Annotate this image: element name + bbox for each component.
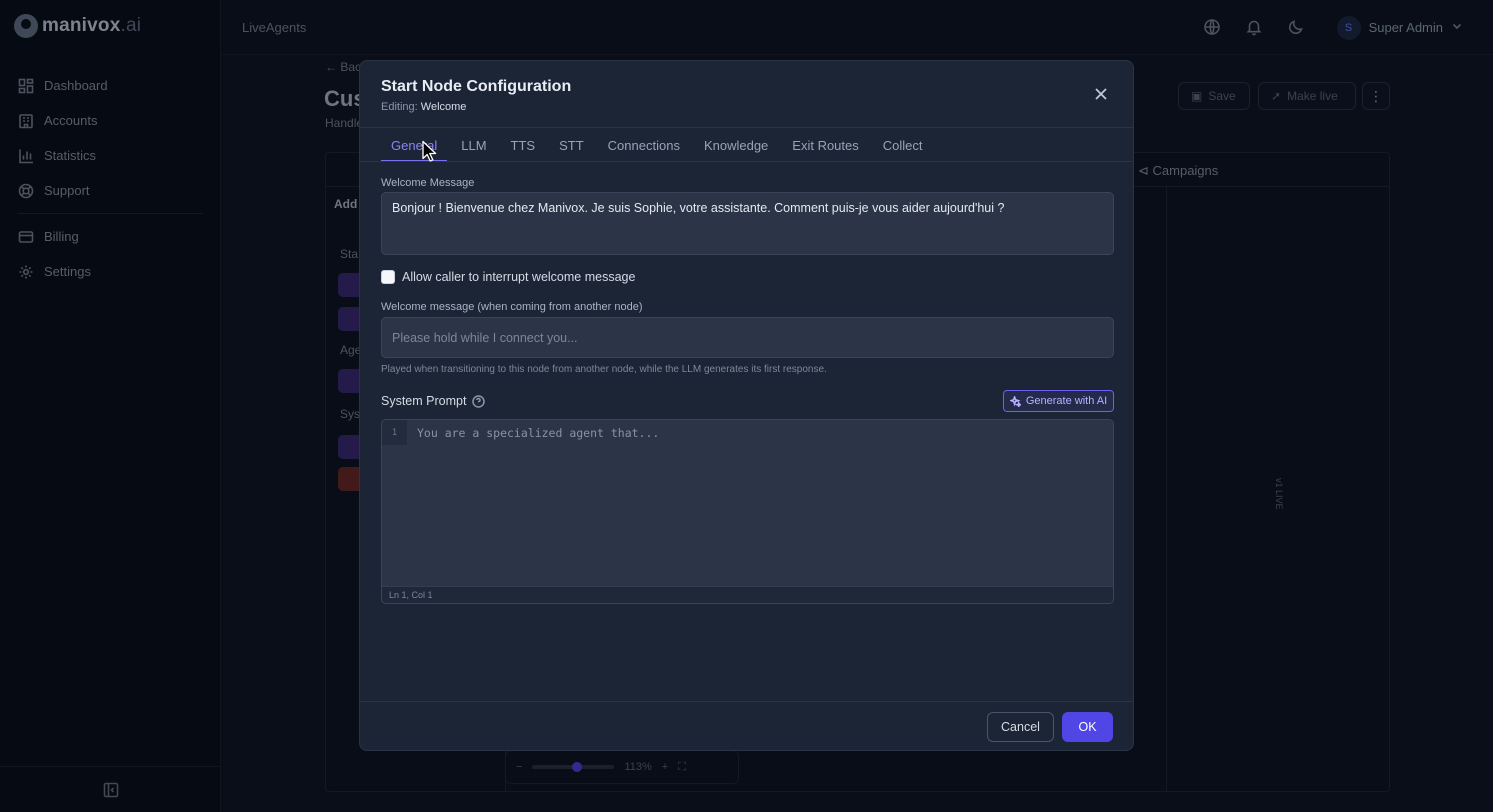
sparkles-icon bbox=[1009, 395, 1021, 407]
editor-line-number: 1 bbox=[382, 420, 407, 445]
transfer-message-hint: Played when transitioning to this node f… bbox=[381, 364, 827, 375]
ok-button[interactable]: OK bbox=[1062, 712, 1113, 742]
dialog-title: Start Node Configuration bbox=[381, 78, 572, 95]
welcome-message-label: Welcome Message bbox=[381, 177, 475, 189]
system-prompt-label: System Prompt bbox=[381, 394, 486, 408]
editing-node-name: Welcome bbox=[420, 101, 467, 113]
close-button[interactable] bbox=[1093, 86, 1109, 102]
interrupt-checkbox-label[interactable]: Allow caller to interrupt welcome messag… bbox=[402, 270, 635, 284]
editor-placeholder: You are a specialized agent that... bbox=[417, 426, 660, 440]
dialog-subtitle: Editing: Welcome bbox=[381, 101, 467, 113]
tabs-divider bbox=[360, 161, 1133, 162]
tab-connections[interactable]: Connections bbox=[598, 129, 690, 161]
dialog-footer: Cancel OK bbox=[360, 701, 1133, 750]
tab-exit-routes[interactable]: Exit Routes bbox=[782, 129, 868, 161]
start-node-config-dialog: Start Node Configuration Editing: Welcom… bbox=[359, 60, 1134, 751]
interrupt-checkbox-row[interactable]: Allow caller to interrupt welcome messag… bbox=[381, 270, 635, 284]
tab-collect[interactable]: Collect bbox=[873, 129, 933, 161]
cancel-button[interactable]: Cancel bbox=[987, 712, 1054, 742]
generate-with-ai-button[interactable]: Generate with AI bbox=[1003, 390, 1114, 412]
editor-status-bar: Ln 1, Col 1 bbox=[382, 586, 1113, 603]
tab-tts[interactable]: TTS bbox=[501, 129, 546, 161]
close-icon bbox=[1095, 88, 1107, 100]
help-circle-icon[interactable] bbox=[472, 394, 486, 408]
tab-stt[interactable]: STT bbox=[549, 129, 594, 161]
system-prompt-editor[interactable]: 1 You are a specialized agent that... Ln… bbox=[381, 419, 1114, 604]
config-tabs: General LLM TTS STT Connections Knowledg… bbox=[381, 129, 937, 162]
transfer-message-label: Welcome message (when coming from anothe… bbox=[381, 301, 643, 313]
dialog-header: Start Node Configuration Editing: Welcom… bbox=[360, 61, 1133, 128]
tab-llm[interactable]: LLM bbox=[451, 129, 496, 161]
transfer-message-input[interactable] bbox=[381, 317, 1114, 358]
tab-knowledge[interactable]: Knowledge bbox=[694, 129, 778, 161]
mouse-cursor-icon bbox=[422, 140, 437, 162]
interrupt-checkbox[interactable] bbox=[381, 270, 395, 284]
welcome-message-textarea[interactable]: Bonjour ! Bienvenue chez Manivox. Je sui… bbox=[381, 192, 1114, 255]
